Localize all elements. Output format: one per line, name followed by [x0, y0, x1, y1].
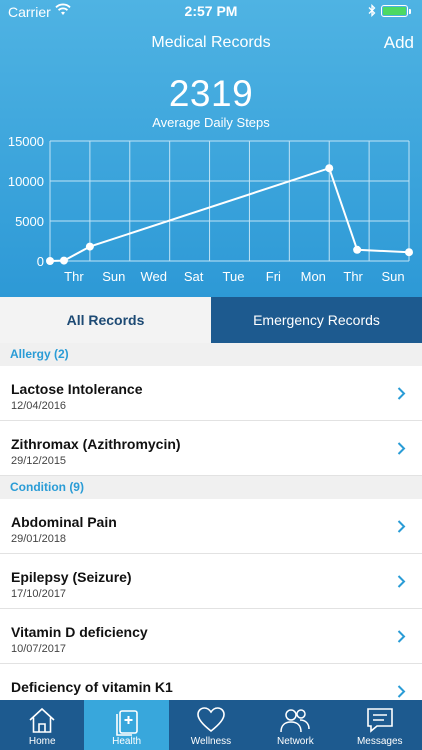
tab-messages[interactable]: Messages [338, 700, 422, 750]
tab-all-records[interactable]: All Records [0, 297, 211, 343]
x-tick-label: Thr [343, 269, 363, 284]
data-point [59, 256, 68, 265]
section-header-allergy: Allergy (2) [0, 343, 422, 366]
record-name: Lactose Intolerance [11, 381, 143, 397]
chevron-right-icon [397, 442, 406, 455]
status-time: 2:57 PM [184, 3, 238, 19]
section-header-condition: Condition (9) [0, 476, 422, 499]
data-point [325, 164, 334, 173]
tab-label: Wellness [190, 736, 232, 747]
record-name: Epilepsy (Seizure) [11, 569, 132, 585]
record-name: Zithromax (Azithromycin) [11, 436, 181, 452]
record-date: 10/07/2017 [11, 643, 67, 655]
data-point [405, 248, 413, 257]
x-tick-label: Thr [64, 269, 84, 284]
data-point [353, 245, 362, 254]
record-date: 29/01/2018 [11, 533, 67, 545]
x-tick-label: Tue [223, 269, 245, 284]
x-tick-label: Fri [266, 269, 281, 284]
status-bar: Carrier 2:57 PM [0, 0, 422, 22]
record-date: 29/12/2015 [11, 455, 67, 467]
list-item[interactable]: Deficiency of vitamin K1 [0, 664, 422, 700]
steps-chart: 15000 10000 5000 0 Thr Sun Wed Sat Tue Fri Mon Thr S… [8, 134, 413, 284]
tab-emergency-records[interactable]: Emergency Records [211, 297, 422, 343]
list-item[interactable]: Vitamin D deficiency 10/07/2017 [0, 609, 422, 664]
battery-icon [381, 5, 411, 17]
list-item[interactable]: Zithromax (Azithromycin) 29/12/2015 [0, 421, 422, 476]
record-date: 12/04/2016 [11, 400, 67, 412]
record-date: 17/10/2017 [11, 588, 67, 600]
y-tick-label: 10000 [8, 174, 44, 189]
x-tick-label: Wed [140, 269, 167, 284]
y-tick-label: 15000 [8, 134, 44, 149]
x-tick-label: Sun [381, 269, 404, 284]
list-item[interactable]: Epilepsy (Seizure) 17/10/2017 [0, 554, 422, 609]
health-record-icon [115, 710, 138, 736]
x-tick-label: Mon [301, 269, 326, 284]
records-segment-control: All Records Emergency Records [0, 297, 422, 343]
chevron-right-icon [397, 575, 406, 588]
record-name: Deficiency of vitamin K1 [11, 679, 173, 695]
home-icon [29, 707, 55, 733]
list-item[interactable]: Lactose Intolerance 12/04/2016 [0, 366, 422, 421]
tab-health[interactable]: Health [84, 700, 169, 750]
average-steps-value: 2319 [168, 73, 254, 114]
header-panel: Carrier 2:57 PM Medical Records Add 2319… [0, 0, 422, 297]
y-tick-label: 0 [37, 254, 44, 269]
record-name: Abdominal Pain [11, 514, 117, 530]
bluetooth-icon [368, 4, 376, 17]
tab-label: Messages [356, 736, 403, 747]
x-tick-label: Sat [184, 269, 204, 284]
record-name: Vitamin D deficiency [11, 624, 148, 640]
chevron-right-icon [397, 685, 406, 698]
x-tick-label: Sun [102, 269, 125, 284]
tab-label: Home [28, 736, 56, 747]
list-item[interactable]: Abdominal Pain 29/01/2018 [0, 499, 422, 554]
add-button[interactable]: Add [384, 33, 414, 53]
chevron-right-icon [397, 630, 406, 643]
people-icon [280, 709, 311, 733]
data-point [85, 242, 94, 251]
tab-network[interactable]: Network [253, 700, 337, 750]
page-title: Medical Records [151, 34, 271, 51]
tab-wellness[interactable]: Wellness [169, 700, 253, 750]
tab-bar: Home Health Wellness Network Messages [0, 700, 422, 750]
data-point [46, 257, 54, 265]
tab-label: Network [277, 736, 314, 747]
tab-label: Health [112, 736, 142, 747]
average-steps-label: Average Daily Steps [152, 115, 270, 130]
tab-home[interactable]: Home [0, 700, 84, 750]
chevron-right-icon [397, 387, 406, 400]
heart-icon [197, 707, 225, 733]
records-list: Allergy (2) Lactose Intolerance 12/04/20… [0, 343, 422, 700]
y-tick-label: 5000 [15, 214, 44, 229]
messages-icon [366, 708, 393, 733]
chevron-right-icon [397, 520, 406, 533]
